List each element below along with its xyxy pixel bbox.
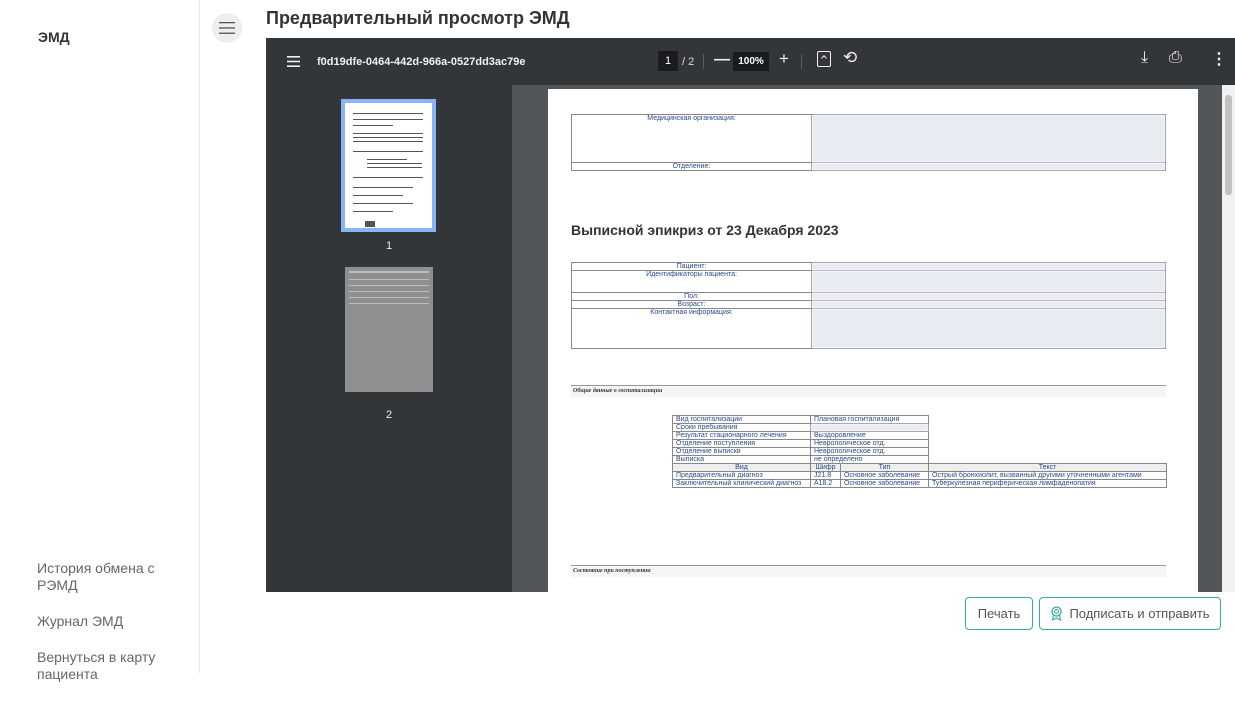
hosp-value: не определено [810,455,929,464]
patient-value-redacted [811,262,1166,271]
age-label: Возраст: [571,300,812,309]
hosp-key: Сроки пребывания [672,423,811,432]
page-count: / 2 [682,56,695,68]
fit-page-icon[interactable] [817,51,831,67]
diag-cell: Основное заболевание [840,479,929,488]
toolbar-divider [801,54,802,69]
signature-badge-icon [1051,606,1063,621]
thumbnail-page-1[interactable] [341,99,436,232]
diag-header: Текст [928,463,1167,472]
hosp-key: Выписка [672,455,811,464]
document-heading: Выписной эпикриз от 23 Декабря 2023 [571,222,839,238]
zoom-out-icon[interactable]: — [714,51,730,69]
sex-value-redacted [811,292,1166,301]
sidebar: ЭМД История обмена с РЭМД Журнал ЭМД Вер… [0,0,200,682]
hamburger-icon [219,22,235,34]
more-options-icon[interactable]: ⋮ [1211,49,1227,69]
pdf-toolbar: f0d19dfe-0464-442d-966a-0527dd3ac79e 1 /… [266,38,1235,85]
hosp-value: Плановая госпитализация [810,415,929,424]
print-button[interactable]: Печать [965,597,1033,630]
page-number-input[interactable]: 1 [658,51,678,71]
org-label: Медицинская организация: [571,114,812,163]
patient-ids-redacted [811,270,1166,293]
viewer-menu-icon[interactable] [287,56,300,70]
thumbnail-label: 2 [385,409,393,421]
hosp-value: Неврологическое отд. [810,439,929,448]
hosp-key: Результат стационарного лечения [672,431,811,440]
sidebar-brand: ЭМД [38,29,70,45]
sex-label: Пол: [571,292,812,301]
toolbar-divider [703,54,704,69]
diag-header: Вид [672,463,811,472]
thumbnail-panel: 1 2 [266,85,512,592]
scrollbar-thumb[interactable] [1225,95,1232,195]
download-icon[interactable]: ⤓ [1141,49,1148,67]
section-general: Общие данные о госпитализации [571,385,1166,397]
diag-header: Тип [840,463,929,472]
contact-value-redacted [811,308,1166,349]
nav-link-remd-history[interactable]: История обмена с РЭМД [37,560,187,594]
patient-label: Пациент: [571,262,812,271]
sidebar-bottom-nav: История обмена с РЭМД Журнал ЭМД Вернуть… [37,560,187,702]
zoom-level-input[interactable]: 100% [733,52,769,71]
dept-label: Отделение: [571,162,812,171]
pdf-filename: f0d19dfe-0464-442d-966a-0527dd3ac79e [317,56,526,68]
diag-cell: J21.8 [810,471,841,480]
org-value-redacted [811,114,1166,163]
diag-cell: Предварительный диагноз [672,471,811,480]
hosp-value-redacted [810,423,929,432]
org-table: Медицинская организация: Отделение: [571,114,1166,171]
contact-label: Контактная информация: [571,308,812,349]
pdf-viewer: f0d19dfe-0464-442d-966a-0527dd3ac79e 1 /… [266,38,1235,592]
sign-and-send-label: Подписать и отправить [1069,606,1210,621]
hosp-value: Выздоровление [810,431,929,440]
diag-cell: Основное заболевание [840,471,929,480]
diag-cell: Заключительный клинический диагноз [672,479,811,488]
menu-toggle-button[interactable] [212,13,242,43]
diag-header: Шифр [810,463,841,472]
patient-ids-label: Идентификаторы пациента: [571,270,812,293]
print-button-label: Печать [977,606,1021,621]
hosp-key: Отделение поступления [672,439,811,448]
hosp-value: Неврологическое отд. [810,447,929,456]
hosp-key: Вид госпитализации [672,415,811,424]
thumbnail-label: 1 [385,240,393,252]
nav-link-emd-journal[interactable]: Журнал ЭМД [37,613,187,630]
diag-cell: Острый бронхиолит, вызванный другими уто… [928,471,1167,480]
rotate-icon[interactable]: ⟲ [843,48,857,68]
pdf-page: Медицинская организация: Отделение: Выпи… [548,89,1198,592]
sign-and-send-button[interactable]: Подписать и отправить [1039,597,1221,630]
age-value-redacted [811,300,1166,309]
diag-cell: Туберкулезная периферическая лимфаденопа… [928,479,1167,488]
page-title: Предварительный просмотр ЭМД [266,8,570,28]
thumbnail-page-2[interactable] [345,267,433,392]
print-icon[interactable]: ⎙ [1169,49,1182,67]
patient-table: Пациент: Идентификаторы пациента: Пол: В… [571,262,1166,349]
zoom-in-icon[interactable]: + [779,49,789,69]
dept-value-redacted [811,162,1166,171]
diag-cell: A18.2 [810,479,841,488]
document-scrollbar[interactable] [1222,85,1235,592]
hosp-key: Отделение выписки [672,447,811,456]
section-admission: Состояние при поступлении [571,565,1166,577]
nav-link-back-to-patient[interactable]: Вернуться в карту пациента [37,649,187,683]
hospitalization-table: Вид госпитализации Плановая госпитализаци… [672,415,1167,488]
